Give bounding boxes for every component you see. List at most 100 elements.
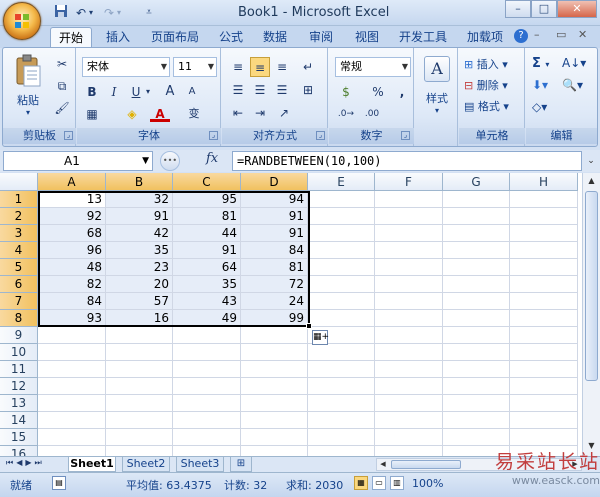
percent-button[interactable]: %	[368, 82, 388, 102]
cell-h12[interactable]	[510, 378, 578, 395]
autosum-button[interactable]: Σ ▾	[532, 56, 549, 71]
cell-d16[interactable]	[241, 446, 308, 456]
row-header-11[interactable]: 11	[0, 361, 38, 378]
cell-a14[interactable]	[38, 412, 106, 429]
cell-e8[interactable]	[308, 310, 375, 327]
row-header-13[interactable]: 13	[0, 395, 38, 412]
tab-review[interactable]: 审阅	[304, 27, 338, 48]
cell-g6[interactable]	[443, 276, 510, 293]
tab-view[interactable]: 视图	[350, 27, 384, 48]
cell-f15[interactable]	[375, 429, 443, 446]
zoom-level[interactable]: 100%	[412, 477, 443, 490]
increase-decimal-icon[interactable]: .0→	[336, 104, 356, 124]
cell-c13[interactable]	[173, 395, 241, 412]
cell-f10[interactable]	[375, 344, 443, 361]
office-button[interactable]	[3, 2, 41, 40]
cell-e7[interactable]	[308, 293, 375, 310]
cell-g12[interactable]	[443, 378, 510, 395]
cell-a13[interactable]	[38, 395, 106, 412]
row-header-10[interactable]: 10	[0, 344, 38, 361]
cell-e12[interactable]	[308, 378, 375, 395]
cell-g14[interactable]	[443, 412, 510, 429]
cell-e14[interactable]	[308, 412, 375, 429]
cell-d13[interactable]	[241, 395, 308, 412]
formula-input[interactable]: =RANDBETWEEN(10,100)	[232, 151, 582, 171]
macro-record-icon[interactable]: ▤	[52, 476, 66, 490]
font-name-combo[interactable]: 宋体 ▼	[82, 57, 170, 77]
row-header-14[interactable]: 14	[0, 412, 38, 429]
worksheet-grid[interactable]: ABCDEFGH 1 2 3 4 5 6 7 8 9 10 11 12 13 14 15 16 13 32 95 9…	[0, 173, 582, 456]
column-header-h[interactable]: H	[510, 173, 578, 191]
cell-d14[interactable]	[241, 412, 308, 429]
cell-h2[interactable]	[510, 208, 578, 225]
clear-icon[interactable]: ◇▾	[532, 100, 547, 114]
bold-button[interactable]: B	[82, 82, 102, 102]
align-middle-icon[interactable]: ≡	[250, 57, 270, 77]
cell-h4[interactable]	[510, 242, 578, 259]
cell-b16[interactable]	[106, 446, 173, 456]
align-bottom-icon[interactable]: ≡	[272, 57, 292, 77]
cell-g2[interactable]	[443, 208, 510, 225]
cell-h14[interactable]	[510, 412, 578, 429]
tab-data[interactable]: 数据	[258, 27, 292, 48]
help-icon[interactable]: ?	[514, 29, 528, 43]
cell-h13[interactable]	[510, 395, 578, 412]
format-painter-icon[interactable]: 🖌	[52, 98, 72, 118]
styles-dropdown-icon[interactable]: ▾	[418, 106, 456, 115]
expand-formula-bar-icon[interactable]: ⌄	[584, 152, 598, 170]
cell-a12[interactable]	[38, 378, 106, 395]
cell-b11[interactable]	[106, 361, 173, 378]
sheet-tab-2[interactable]: Sheet2	[122, 457, 170, 472]
restore-button[interactable]: □	[531, 0, 557, 18]
cell-h1[interactable]	[510, 191, 578, 208]
scroll-left-icon[interactable]: ◀	[377, 459, 389, 470]
cell-c10[interactable]	[173, 344, 241, 361]
row-header-16[interactable]: 16	[0, 446, 38, 456]
row-header-3[interactable]: 3	[0, 225, 38, 242]
sheet-tab-1[interactable]: Sheet1	[68, 457, 116, 472]
page-layout-view-icon[interactable]: ▭	[372, 476, 386, 490]
wrap-text-icon[interactable]: ↵	[298, 57, 318, 77]
cut-icon[interactable]: ✂	[52, 54, 72, 74]
font-size-combo[interactable]: 11 ▼	[173, 57, 217, 77]
cell-a9[interactable]	[38, 327, 106, 344]
row-header-15[interactable]: 15	[0, 429, 38, 446]
vertical-scroll-thumb[interactable]	[585, 191, 598, 381]
cell-g5[interactable]	[443, 259, 510, 276]
sort-filter-icon[interactable]: A↓▾	[562, 56, 586, 70]
border-icon[interactable]: ▦	[82, 104, 102, 124]
tab-home[interactable]: 开始	[50, 27, 92, 48]
cell-a16[interactable]	[38, 446, 106, 456]
underline-dropdown-icon[interactable]: ▾	[143, 82, 153, 102]
styles-icon[interactable]: A	[424, 56, 450, 82]
cell-c9[interactable]	[173, 327, 241, 344]
merge-center-icon[interactable]: ⊞	[298, 80, 318, 100]
close-button[interactable]: ✕	[557, 0, 597, 18]
italic-button[interactable]: I	[104, 82, 124, 102]
cell-c14[interactable]	[173, 412, 241, 429]
cell-f5[interactable]	[375, 259, 443, 276]
ribbon-close-icon[interactable]: ✕	[578, 28, 587, 41]
tab-insert[interactable]: 插入	[100, 27, 136, 48]
grow-font-button[interactable]: A	[160, 82, 180, 102]
cell-h5[interactable]	[510, 259, 578, 276]
horizontal-scroll-thumb[interactable]	[391, 460, 461, 469]
row-header-8[interactable]: 8	[0, 310, 38, 327]
cell-g4[interactable]	[443, 242, 510, 259]
column-header-d[interactable]: D	[241, 173, 308, 191]
cell-g10[interactable]	[443, 344, 510, 361]
cell-g9[interactable]	[443, 327, 510, 344]
styles-button[interactable]: 样式	[418, 90, 456, 106]
tab-developer[interactable]: 开发工具	[394, 27, 452, 48]
cell-d9[interactable]	[241, 327, 308, 344]
insert-cells-button[interactable]: ⊞ 插入 ▾	[464, 56, 508, 72]
formula-bar-handle-icon[interactable]: •••	[160, 151, 180, 171]
cell-d10[interactable]	[241, 344, 308, 361]
paste-button[interactable]: 粘贴	[10, 92, 46, 108]
copy-icon[interactable]: ⧉	[52, 76, 72, 96]
cell-g8[interactable]	[443, 310, 510, 327]
cell-e15[interactable]	[308, 429, 375, 446]
cell-h10[interactable]	[510, 344, 578, 361]
cell-f3[interactable]	[375, 225, 443, 242]
cell-f6[interactable]	[375, 276, 443, 293]
